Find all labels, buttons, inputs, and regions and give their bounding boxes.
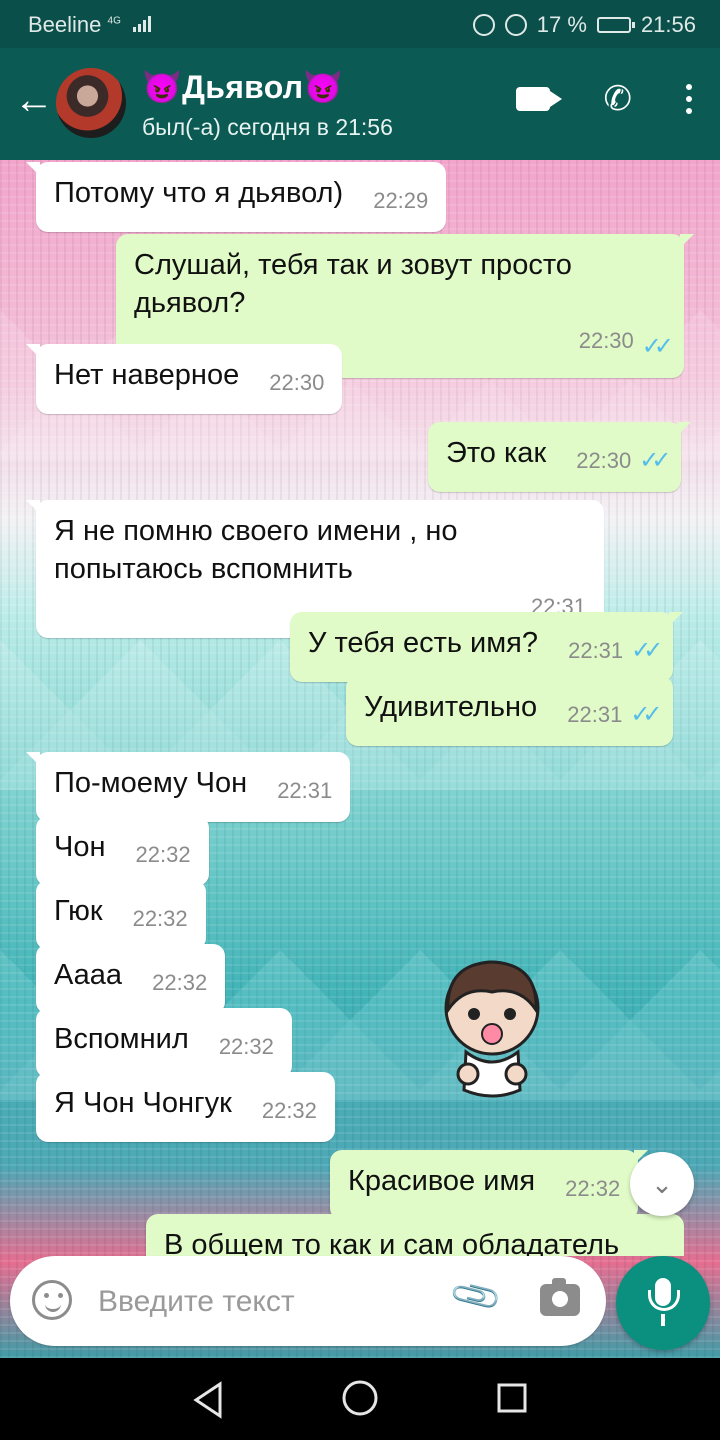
mic-icon [648, 1278, 680, 1311]
carrier-label: Beeline 4G [28, 12, 151, 38]
phone-screen: Beeline 4G 17 % 21:56 ← 😈Дьявол😈 был(-а)… [0, 0, 720, 1440]
android-nav-bar [0, 1358, 720, 1440]
battery-icon [596, 17, 635, 33]
message-text: По-моему Чон [54, 767, 248, 799]
message-text: Потому что я дьявол) [54, 177, 344, 209]
status-right: 17 % 21:56 [472, 12, 696, 38]
battery-percent: 17 % [536, 12, 587, 37]
phone-icon[interactable]: ✆ [604, 82, 633, 116]
scroll-down-button[interactable]: ⌄ [630, 1152, 694, 1216]
attach-icon[interactable]: 📎 [448, 1269, 504, 1324]
mic-button[interactable] [616, 1256, 710, 1350]
read-ticks-icon: ✓✓ [639, 447, 671, 474]
message-outgoing[interactable]: Это как 22:30 ✓✓ [428, 422, 692, 492]
message-text: Нет наверное [54, 359, 240, 391]
read-ticks-icon: ✓✓ [641, 333, 674, 360]
message-text: Это как [446, 437, 547, 469]
carrier-name: Beeline [28, 12, 102, 37]
message-time: 22:31 [277, 778, 333, 803]
message-outgoing[interactable]: В общем то как и сам обладатель [146, 1214, 684, 1256]
message-time: 22:31 [567, 702, 623, 727]
mic-stem [661, 1314, 665, 1326]
message-outgoing[interactable]: Красивое имя 22:32 [330, 1150, 649, 1220]
message-time: 22:32 [152, 970, 208, 995]
message-text: Аааа [54, 959, 123, 991]
chat-header: ← 😈Дьявол😈 был(-а) сегодня в 21:56 ✆ [0, 48, 720, 160]
status-bar: Beeline 4G 17 % 21:56 [0, 0, 720, 48]
read-ticks-icon: ✓✓ [631, 637, 663, 664]
message-time: 22:32 [132, 906, 188, 931]
network-type: 4G [107, 15, 121, 27]
message-text: Удивительно [364, 691, 538, 723]
nav-home-icon[interactable] [340, 1378, 380, 1418]
message-text: Я не помню своего имени , но попытаюсь в… [54, 515, 458, 585]
message-time: 22:32 [261, 1098, 317, 1123]
message-incoming[interactable]: Вспомнил 22:32 [36, 1008, 292, 1078]
contact-name: 😈Дьявол😈 [142, 69, 344, 105]
message-text: В общем то как и сам обладатель [164, 1229, 620, 1256]
back-arrow-icon[interactable]: ← [12, 78, 56, 122]
more-options-icon[interactable] [686, 84, 692, 114]
avatar[interactable] [56, 68, 126, 138]
nav-recents-icon[interactable] [494, 1380, 530, 1416]
message-text: У тебя есть имя? [308, 627, 539, 659]
contact-info[interactable]: 😈Дьявол😈 был(-а) сегодня в 21:56 [142, 68, 393, 141]
last-seen-status: был(-а) сегодня в 21:56 [142, 114, 393, 140]
message-incoming[interactable]: Аааа 22:32 [36, 944, 226, 1014]
mute-icon [504, 14, 527, 36]
signal-icon [132, 14, 151, 32]
chevron-down-icon: ⌄ [651, 1168, 673, 1199]
message-composer: 📎 [10, 1256, 606, 1346]
message-incoming[interactable]: Нет наверное 22:30 [25, 344, 343, 414]
message-text: Вспомнил [54, 1023, 189, 1055]
emoji-icon[interactable] [32, 1280, 72, 1320]
video-call-icon[interactable] [515, 87, 562, 111]
message-incoming[interactable]: Я Чон Чонгук 22:32 [36, 1072, 335, 1142]
message-incoming[interactable]: Потому что я дьявол) 22:29 [25, 162, 447, 232]
message-time: 22:30 [578, 328, 634, 353]
message-time: 22:29 [373, 188, 429, 213]
message-input[interactable] [96, 1276, 430, 1328]
status-time: 21:56 [640, 12, 696, 37]
message-outgoing[interactable]: У тебя есть имя? 22:31 ✓✓ [290, 612, 684, 682]
message-time: 22:32 [565, 1176, 621, 1201]
message-time: 22:30 [269, 370, 325, 395]
header-actions: ✆ [515, 82, 692, 116]
message-text: Я Чон Чонгук [54, 1087, 232, 1119]
message-text: Слушай, тебя так и зовут просто дьявол? [134, 249, 572, 319]
message-text: Чон [54, 831, 106, 863]
message-incoming[interactable]: По-моему Чон 22:31 [25, 752, 351, 822]
message-incoming[interactable]: Гюк 22:32 [36, 880, 206, 950]
message-outgoing[interactable]: Удивительно 22:31 ✓✓ [346, 676, 673, 746]
read-ticks-icon: ✓✓ [630, 701, 662, 728]
message-text: Гюк [54, 895, 103, 927]
message-time: 22:30 [576, 448, 632, 473]
message-time: 22:32 [135, 842, 191, 867]
message-text: Красивое имя [348, 1165, 536, 1197]
message-incoming[interactable]: Чон 22:32 [36, 816, 209, 886]
message-time: 22:32 [218, 1034, 274, 1059]
chibi-sticker[interactable] [436, 952, 548, 1102]
camera-icon[interactable] [540, 1278, 580, 1316]
message-list[interactable]: Потому что я дьявол) 22:29 Слушай, тебя … [0, 160, 720, 1256]
message-time: 22:31 [568, 638, 624, 663]
alarm-icon [472, 14, 495, 36]
